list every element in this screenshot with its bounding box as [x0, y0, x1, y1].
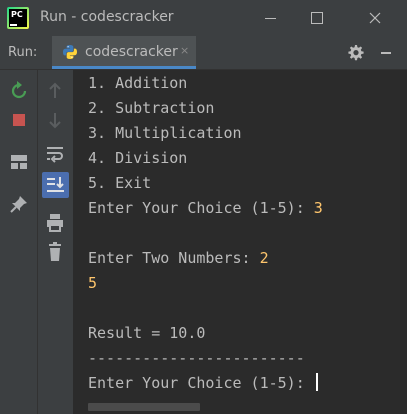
tab-close-icon[interactable]: × — [180, 44, 189, 57]
choice-prompt-again-line: Enter Your Choice (1-5): — [88, 373, 318, 393]
pin-icon[interactable] — [7, 192, 31, 216]
close-button[interactable] — [352, 0, 398, 36]
pycharm-icon: PC — [7, 7, 29, 29]
soft-wrap-icon[interactable] — [43, 142, 67, 166]
layout-icon[interactable] — [7, 150, 31, 174]
separator-line: ------------------------ — [88, 349, 305, 367]
menu-item-exit: 5. Exit — [88, 174, 152, 192]
hide-panel-icon[interactable] — [381, 52, 391, 54]
choice-prompt-line: Enter Your Choice (1-5): 3 — [88, 198, 323, 218]
choice-prompt: Enter Your Choice (1-5): — [88, 199, 314, 217]
print-icon[interactable] — [43, 210, 67, 234]
numbers-prompt: Enter Two Numbers: — [88, 249, 260, 267]
menu-item-subtraction: 2. Subtraction — [88, 99, 215, 117]
arrow-down-icon[interactable] — [43, 108, 67, 132]
window-title: Run - codescracker — [40, 9, 174, 25]
run-toolbar: Run: codescracker × — [0, 36, 407, 70]
run-tab-codescracker[interactable]: codescracker × — [52, 36, 196, 69]
python-icon — [63, 45, 77, 59]
arrow-up-icon[interactable] — [43, 79, 67, 103]
second-number-input: 5 — [88, 274, 98, 292]
choice-prompt-again: Enter Your Choice (1-5): — [88, 374, 314, 392]
title-bar: PC Run - codescracker — [0, 0, 407, 36]
rerun-icon[interactable] — [7, 79, 31, 103]
scroll-to-end-icon[interactable] — [42, 172, 69, 198]
stop-icon[interactable] — [7, 108, 31, 132]
run-actions-gutter — [0, 70, 38, 414]
first-number-input: 2 — [259, 249, 269, 267]
console-output[interactable]: 1. Addition 2. Subtraction 3. Multiplica… — [74, 70, 407, 414]
run-tab-label: codescracker — [85, 44, 178, 60]
menu-item-division: 4. Division — [88, 149, 188, 167]
choice-input: 3 — [313, 199, 323, 217]
close-icon — [369, 12, 381, 24]
numbers-prompt-line: Enter Two Numbers: 2 — [88, 248, 269, 268]
menu-item-addition: 1. Addition — [88, 74, 188, 92]
trash-icon[interactable] — [43, 240, 67, 264]
text-cursor — [315, 373, 318, 391]
run-label: Run: — [8, 45, 38, 60]
result-line: Result = 10.0 — [88, 324, 206, 342]
horizontal-scrollbar[interactable] — [88, 403, 200, 411]
run-window: PC Run - codescracker Run: codescracker … — [0, 0, 407, 414]
gear-icon[interactable] — [348, 45, 364, 61]
app-icon-bar — [10, 24, 17, 26]
minimize-icon — [265, 18, 276, 19]
menu-item-multiplication: 3. Multiplication — [88, 124, 242, 142]
maximize-button[interactable] — [294, 0, 340, 36]
console-actions-gutter — [38, 70, 73, 414]
maximize-icon — [311, 12, 323, 24]
minimize-button[interactable] — [248, 0, 294, 36]
